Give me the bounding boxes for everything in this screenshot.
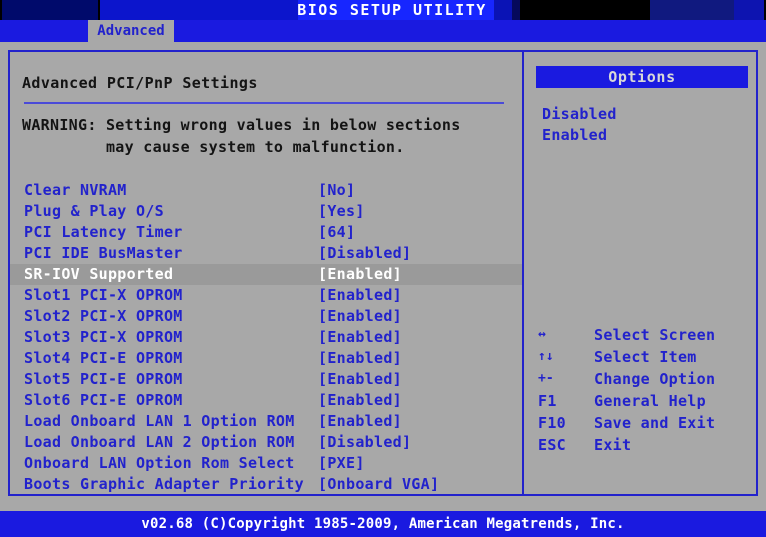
panel-frame: Advanced PCI/PnP Settings WARNING: Setti… [8,50,758,496]
setting-label: Slot4 PCI-E OPROM [24,348,183,369]
setting-value[interactable]: [Enabled] [318,306,402,327]
setting-row[interactable]: Plug & Play O/S [Yes] [10,201,522,222]
bios-setup-screen: BIOS SETUP UTILITY Advanced Advanced PCI… [0,0,766,537]
setting-value[interactable]: [Enabled] [318,369,402,390]
setting-label: PCI Latency Timer [24,222,183,243]
options-pane: Options DisabledEnabled ↔Select Screen↑↓… [524,52,760,494]
setting-label: Slot3 PCI-X OPROM [24,327,183,348]
title-bar: BIOS SETUP UTILITY [0,0,766,20]
legend-description: Select Item [594,346,697,368]
legend-description: Save and Exit [594,412,715,434]
legend-row: F1 General Help [524,390,760,412]
setting-label: Slot2 PCI-X OPROM [24,306,183,327]
legend-row: F10 Save and Exit [524,412,760,434]
setting-row[interactable]: Slot5 PCI-E OPROM [Enabled] [10,369,522,390]
options-list: DisabledEnabled [542,104,752,146]
tab-strip: Advanced [0,20,766,42]
setting-value[interactable]: [Enabled] [318,411,402,432]
setting-row[interactable]: PCI Latency Timer [64] [10,222,522,243]
setting-row[interactable]: Boots Graphic Adapter Priority [Onboard V… [10,474,522,495]
setting-value[interactable]: [Enabled] [318,390,402,411]
setting-label: Load Onboard LAN 2 Option ROM [24,432,295,453]
legend-row: ↔ Select Screen [524,324,760,346]
legend-row: ESC Exit [524,434,760,456]
legend-description: General Help [594,390,706,412]
setting-label: SR-IOV Supported [24,264,173,285]
setting-label: Slot6 PCI-E OPROM [24,390,183,411]
setting-value[interactable]: [Enabled] [318,264,402,285]
footer-copyright: v02.68 (C)Copyright 1985-2009, American … [0,511,766,537]
setting-row[interactable]: Slot3 PCI-X OPROM [Enabled] [10,327,522,348]
setting-value[interactable]: [Yes] [318,201,365,222]
setting-label: Slot5 PCI-E OPROM [24,369,183,390]
setting-value[interactable]: [Onboard VGA] [318,474,439,495]
option-item[interactable]: Enabled [542,125,752,146]
legend-key: ESC [538,434,582,456]
setting-row[interactable]: PCI IDE BusMaster [Disabled] [10,243,522,264]
window-title: BIOS SETUP UTILITY [0,0,766,20]
settings-list: Clear NVRAM[No]Plug & Play O/S[Yes]PCI L… [10,180,522,495]
setting-label: Onboard LAN Option Rom Select [24,453,295,474]
setting-row[interactable]: Onboard LAN Option Rom Select [PXE] [10,453,522,474]
setting-row[interactable]: SR-IOV Supported [Enabled] [10,264,522,285]
up-down-arrow-icon: ↑↓ [538,346,582,368]
setting-label: PCI IDE BusMaster [24,243,183,264]
setting-value[interactable]: [Enabled] [318,348,402,369]
legend-key: F10 [538,412,582,434]
title-divider [24,102,504,104]
setting-row[interactable]: Clear NVRAM [No] [10,180,522,201]
plus-minus-icon: +- [538,368,582,390]
setting-row[interactable]: Load Onboard LAN 1 Option ROM [Enabled] [10,411,522,432]
tab-advanced[interactable]: Advanced [88,20,174,42]
setting-row[interactable]: Slot1 PCI-X OPROM [Enabled] [10,285,522,306]
legend-description: Change Option [594,368,715,390]
setting-label: Plug & Play O/S [24,201,164,222]
setting-value[interactable]: [PXE] [318,453,365,474]
setting-label: Slot1 PCI-X OPROM [24,285,183,306]
setting-value[interactable]: [Enabled] [318,285,402,306]
option-item[interactable]: Disabled [542,104,752,125]
legend-description: Exit [594,434,631,456]
setting-row[interactable]: Slot6 PCI-E OPROM [Enabled] [10,390,522,411]
warning-text: WARNING: Setting wrong values in below s… [22,114,512,158]
setting-label: Boots Graphic Adapter Priority [24,474,304,495]
page-title: Advanced PCI/PnP Settings [22,74,258,92]
legend-description: Select Screen [594,324,715,346]
setting-label: Load Onboard LAN 1 Option ROM [24,411,295,432]
setting-value[interactable]: [Disabled] [318,243,411,264]
key-legend: ↔ Select Screen ↑↓ Select Item +- Change Opti… [524,324,760,456]
setting-value[interactable]: [No] [318,180,355,201]
legend-key: F1 [538,390,582,412]
setting-value[interactable]: [Disabled] [318,432,411,453]
options-header: Options [536,66,748,88]
setting-label: Clear NVRAM [24,180,127,201]
setting-value[interactable]: [Enabled] [318,327,402,348]
legend-row: ↑↓ Select Item [524,346,760,368]
setting-row[interactable]: Slot2 PCI-X OPROM [Enabled] [10,306,522,327]
setting-row[interactable]: Load Onboard LAN 2 Option ROM [Disabled] [10,432,522,453]
setting-value[interactable]: [64] [318,222,355,243]
body-frame: Advanced PCI/PnP Settings WARNING: Setti… [0,42,766,505]
settings-pane: Advanced PCI/PnP Settings WARNING: Setti… [10,52,522,494]
legend-row: +- Change Option [524,368,760,390]
left-right-arrow-icon: ↔ [538,324,582,346]
setting-row[interactable]: Slot4 PCI-E OPROM [Enabled] [10,348,522,369]
